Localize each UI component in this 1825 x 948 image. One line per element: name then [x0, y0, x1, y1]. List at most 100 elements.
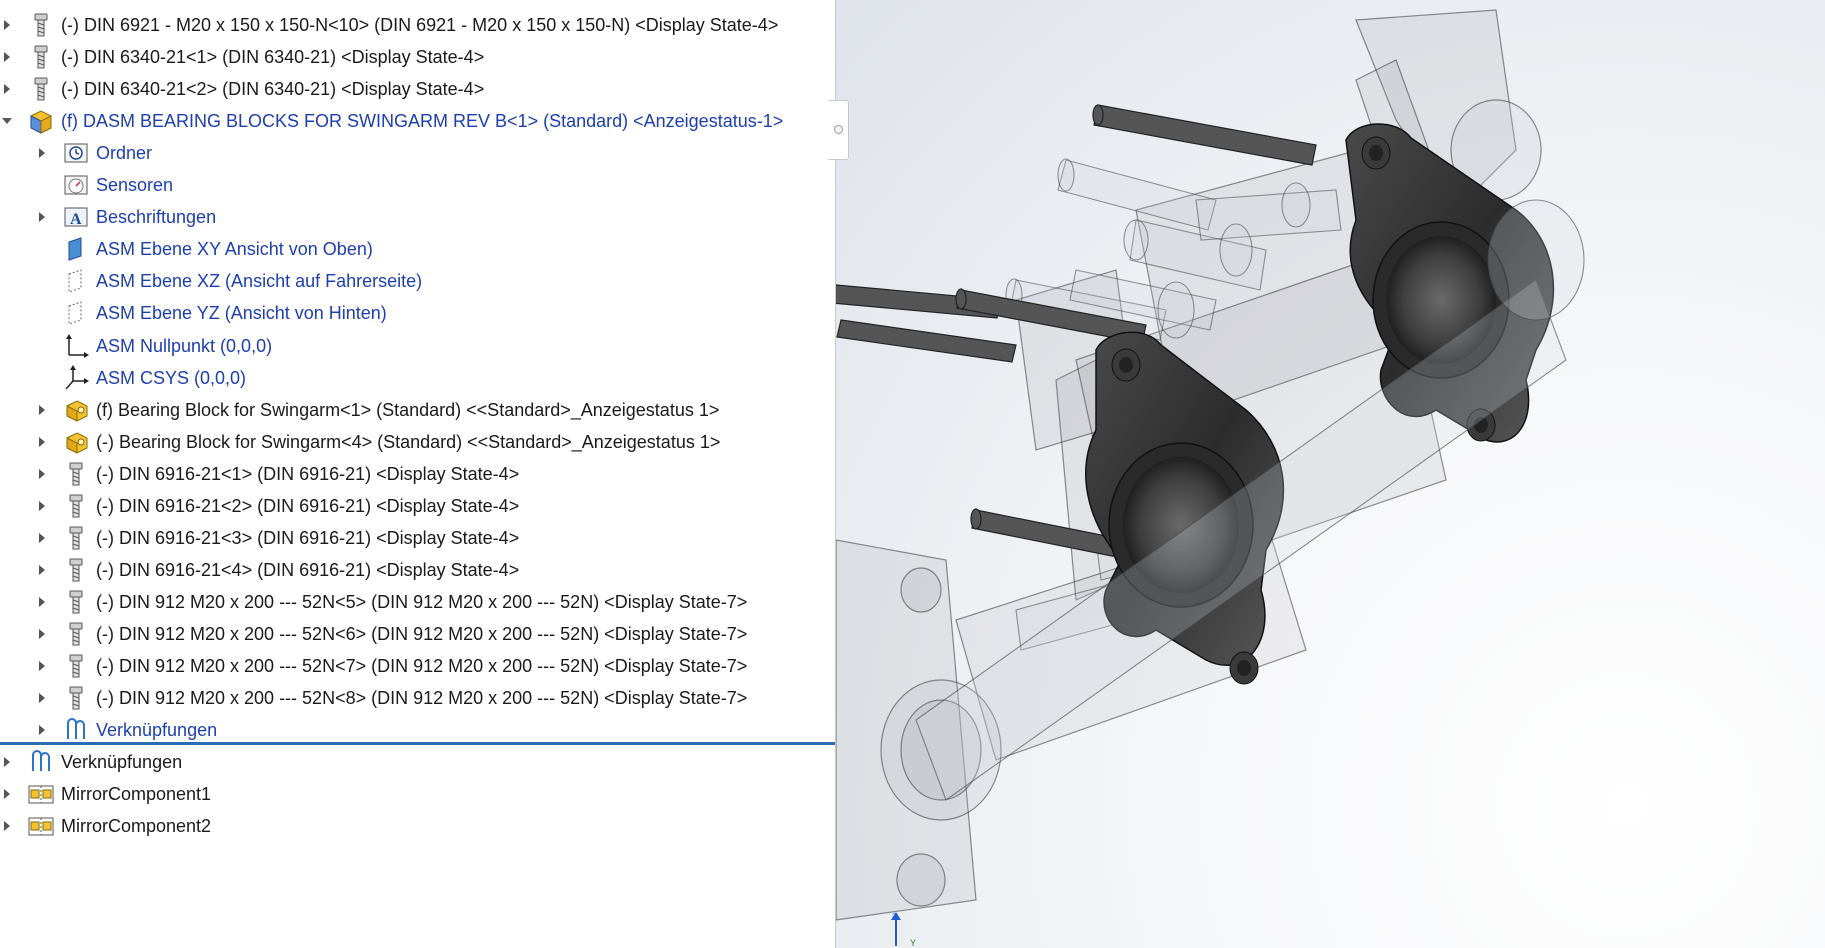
expand-arrow-icon[interactable] — [37, 394, 49, 426]
tree-node[interactable]: (f) Bearing Block for Swingarm<1> (Stand… — [0, 394, 835, 426]
tree-node[interactable]: (-) Bearing Block for Swingarm<4> (Stand… — [0, 426, 835, 458]
expand-arrow-icon[interactable] — [37, 522, 49, 554]
svg-text:A: A — [70, 211, 82, 228]
tree-node[interactable]: ASM Nullpunkt (0,0,0) — [0, 330, 835, 362]
tree-node-label: (-) Bearing Block for Swingarm<4> (Stand… — [96, 431, 721, 452]
tree-node-label: MirrorComponent1 — [61, 784, 212, 805]
tree-node-label: Verknüpfungen — [61, 752, 183, 773]
annotation-icon: A — [63, 204, 89, 230]
expand-arrow-icon[interactable] — [37, 137, 49, 169]
graphics-viewport[interactable]: Z Y — [836, 0, 1825, 948]
origin-icon — [63, 333, 89, 359]
screw-icon — [63, 557, 89, 583]
tree-node[interactable]: Verknüpfungen — [0, 746, 835, 778]
expand-arrow-icon[interactable] — [37, 554, 49, 586]
triad-z-label: Z — [892, 912, 898, 922]
tree-node[interactable]: ASM Ebene XZ (Ansicht auf Fahrerseite) — [0, 265, 835, 297]
mirror-component-icon — [28, 781, 54, 807]
expand-arrow-icon[interactable] — [37, 458, 49, 490]
screw-icon — [63, 493, 89, 519]
tree-node-label: (-) DIN 6916-21<3> (DIN 6916-21) <Displa… — [96, 527, 520, 548]
mirror-component-icon — [28, 813, 54, 839]
plane-solid-icon — [63, 236, 89, 262]
feature-manager-tree: (-) DIN 6921 - M20 x 150 x 150-N<10> (DI… — [0, 0, 835, 948]
mates-icon — [28, 749, 54, 775]
expand-arrow-icon[interactable] — [37, 650, 49, 682]
tree-node[interactable]: (-) DIN 912 M20 x 200 --- 52N<8> (DIN 91… — [0, 682, 835, 714]
screw-icon — [63, 653, 89, 679]
screw-icon — [63, 525, 89, 551]
tree-node[interactable]: (-) DIN 6916-21<1> (DIN 6916-21) <Displa… — [0, 458, 835, 490]
tree-node[interactable]: (-) DIN 912 M20 x 200 --- 52N<6> (DIN 91… — [0, 618, 835, 650]
expand-arrow-icon[interactable] — [37, 426, 49, 458]
tree-node-label: (f) Bearing Block for Swingarm<1> (Stand… — [96, 399, 720, 420]
plane-dashed-icon — [63, 300, 89, 326]
tree-node[interactable]: (-) DIN 6921 - M20 x 150 x 150-N<10> (DI… — [0, 9, 835, 41]
tree-node[interactable]: A Beschriftungen — [0, 201, 835, 233]
expand-arrow-icon[interactable] — [2, 746, 14, 778]
screw-icon — [63, 461, 89, 487]
tree-node[interactable]: (-) DIN 912 M20 x 200 --- 52N<7> (DIN 91… — [0, 650, 835, 682]
tree-node-label: (-) DIN 912 M20 x 200 --- 52N<7> (DIN 91… — [96, 656, 748, 676]
tree-node-label: (-) DIN 6340-21<2> (DIN 6340-21) <Displa… — [61, 79, 485, 100]
expand-arrow-icon[interactable] — [37, 586, 49, 618]
tree-node-label: (-) DIN 6921 - M20 x 150 x 150-N<10> (DI… — [61, 15, 779, 35]
assembly-icon — [28, 108, 54, 134]
expand-arrow-icon[interactable] — [37, 682, 49, 714]
tree-node[interactable]: (-) DIN 6916-21<4> (DIN 6916-21) <Displa… — [0, 554, 835, 586]
tree-node[interactable]: ASM Ebene XY Ansicht von Oben) — [0, 233, 835, 265]
tree-node-label: (-) DIN 912 M20 x 200 --- 52N<5> (DIN 91… — [96, 591, 748, 612]
tree-node[interactable]: (-) DIN 6340-21<2> (DIN 6340-21) <Displa… — [0, 73, 835, 105]
tree-node-label: (f) DASM BEARING BLOCKS FOR SWINGARM REV… — [61, 111, 784, 132]
expand-arrow-icon[interactable] — [2, 810, 14, 842]
tree-node[interactable]: (-) DIN 912 M20 x 200 --- 52N<5> (DIN 91… — [0, 586, 835, 618]
mates-icon — [63, 717, 89, 743]
expand-arrow-icon[interactable] — [37, 618, 49, 650]
tree-node[interactable]: (-) DIN 6916-21<2> (DIN 6916-21) <Displa… — [0, 490, 835, 522]
tree-node[interactable]: Sensoren — [0, 169, 835, 201]
tree-node[interactable]: (-) DIN 6340-21<1> (DIN 6340-21) <Displa… — [0, 41, 835, 73]
screw-icon — [28, 76, 54, 102]
sensor-icon — [63, 172, 89, 198]
tree-node-label: Beschriftungen — [96, 207, 217, 228]
tree-node-label: ASM Ebene XZ (Ansicht auf Fahrerseite) — [96, 271, 423, 292]
tree-node-label: (-) DIN 6916-21<4> (DIN 6916-21) <Displa… — [96, 559, 520, 580]
expand-arrow-icon[interactable] — [2, 9, 14, 41]
tree-node-label: Ordner — [96, 143, 153, 164]
tree-node[interactable]: MirrorComponent1 — [0, 778, 835, 810]
tree-selection-divider — [0, 742, 835, 745]
tree-node-label: Sensoren — [96, 175, 174, 196]
screw-icon — [63, 621, 89, 647]
expand-arrow-icon[interactable] — [37, 490, 49, 522]
tree-node-label: MirrorComponent2 — [61, 816, 212, 837]
tree-node-label: ASM CSYS (0,0,0) — [96, 367, 247, 388]
expand-arrow-icon[interactable] — [2, 41, 14, 73]
screw-icon — [63, 589, 89, 615]
expand-arrow-icon[interactable] — [2, 778, 14, 810]
expand-arrow-icon[interactable] — [37, 201, 49, 233]
view-triad[interactable]: Z Y — [882, 910, 922, 948]
plane-dashed-icon — [63, 268, 89, 294]
screw-icon — [28, 12, 54, 38]
screw-icon — [63, 685, 89, 711]
assembly-model — [836, 9, 1585, 921]
history-folder-icon — [63, 140, 89, 166]
tree-node[interactable]: Ordner — [0, 137, 835, 169]
panel-collapse-handle[interactable] — [828, 100, 849, 160]
tree-node-label: (-) DIN 6916-21<1> (DIN 6916-21) <Displa… — [96, 463, 520, 484]
tree-node-label: ASM Ebene XY Ansicht von Oben) — [96, 239, 373, 260]
tree-node[interactable]: (f) DASM BEARING BLOCKS FOR SWINGARM REV… — [0, 105, 835, 137]
part-icon — [63, 397, 89, 423]
tree-node-label: (-) DIN 6340-21<1> (DIN 6340-21) <Displa… — [61, 47, 485, 68]
triad-y-label: Y — [910, 938, 916, 948]
tree-node[interactable]: ASM CSYS (0,0,0) — [0, 362, 835, 394]
tree-node[interactable]: (-) DIN 6916-21<3> (DIN 6916-21) <Displa… — [0, 522, 835, 554]
screw-icon — [28, 44, 54, 70]
tree-node[interactable]: ASM Ebene YZ (Ansicht von Hinten) — [0, 297, 835, 329]
tree-node-label: ASM Ebene YZ (Ansicht von Hinten) — [96, 303, 387, 324]
collapse-arrow-icon[interactable] — [2, 105, 14, 137]
tree-node[interactable]: MirrorComponent2 — [0, 810, 835, 842]
csys-icon — [63, 364, 89, 391]
expand-arrow-icon[interactable] — [2, 73, 14, 105]
tree-node-label: (-) DIN 912 M20 x 200 --- 52N<6> (DIN 91… — [96, 623, 748, 644]
